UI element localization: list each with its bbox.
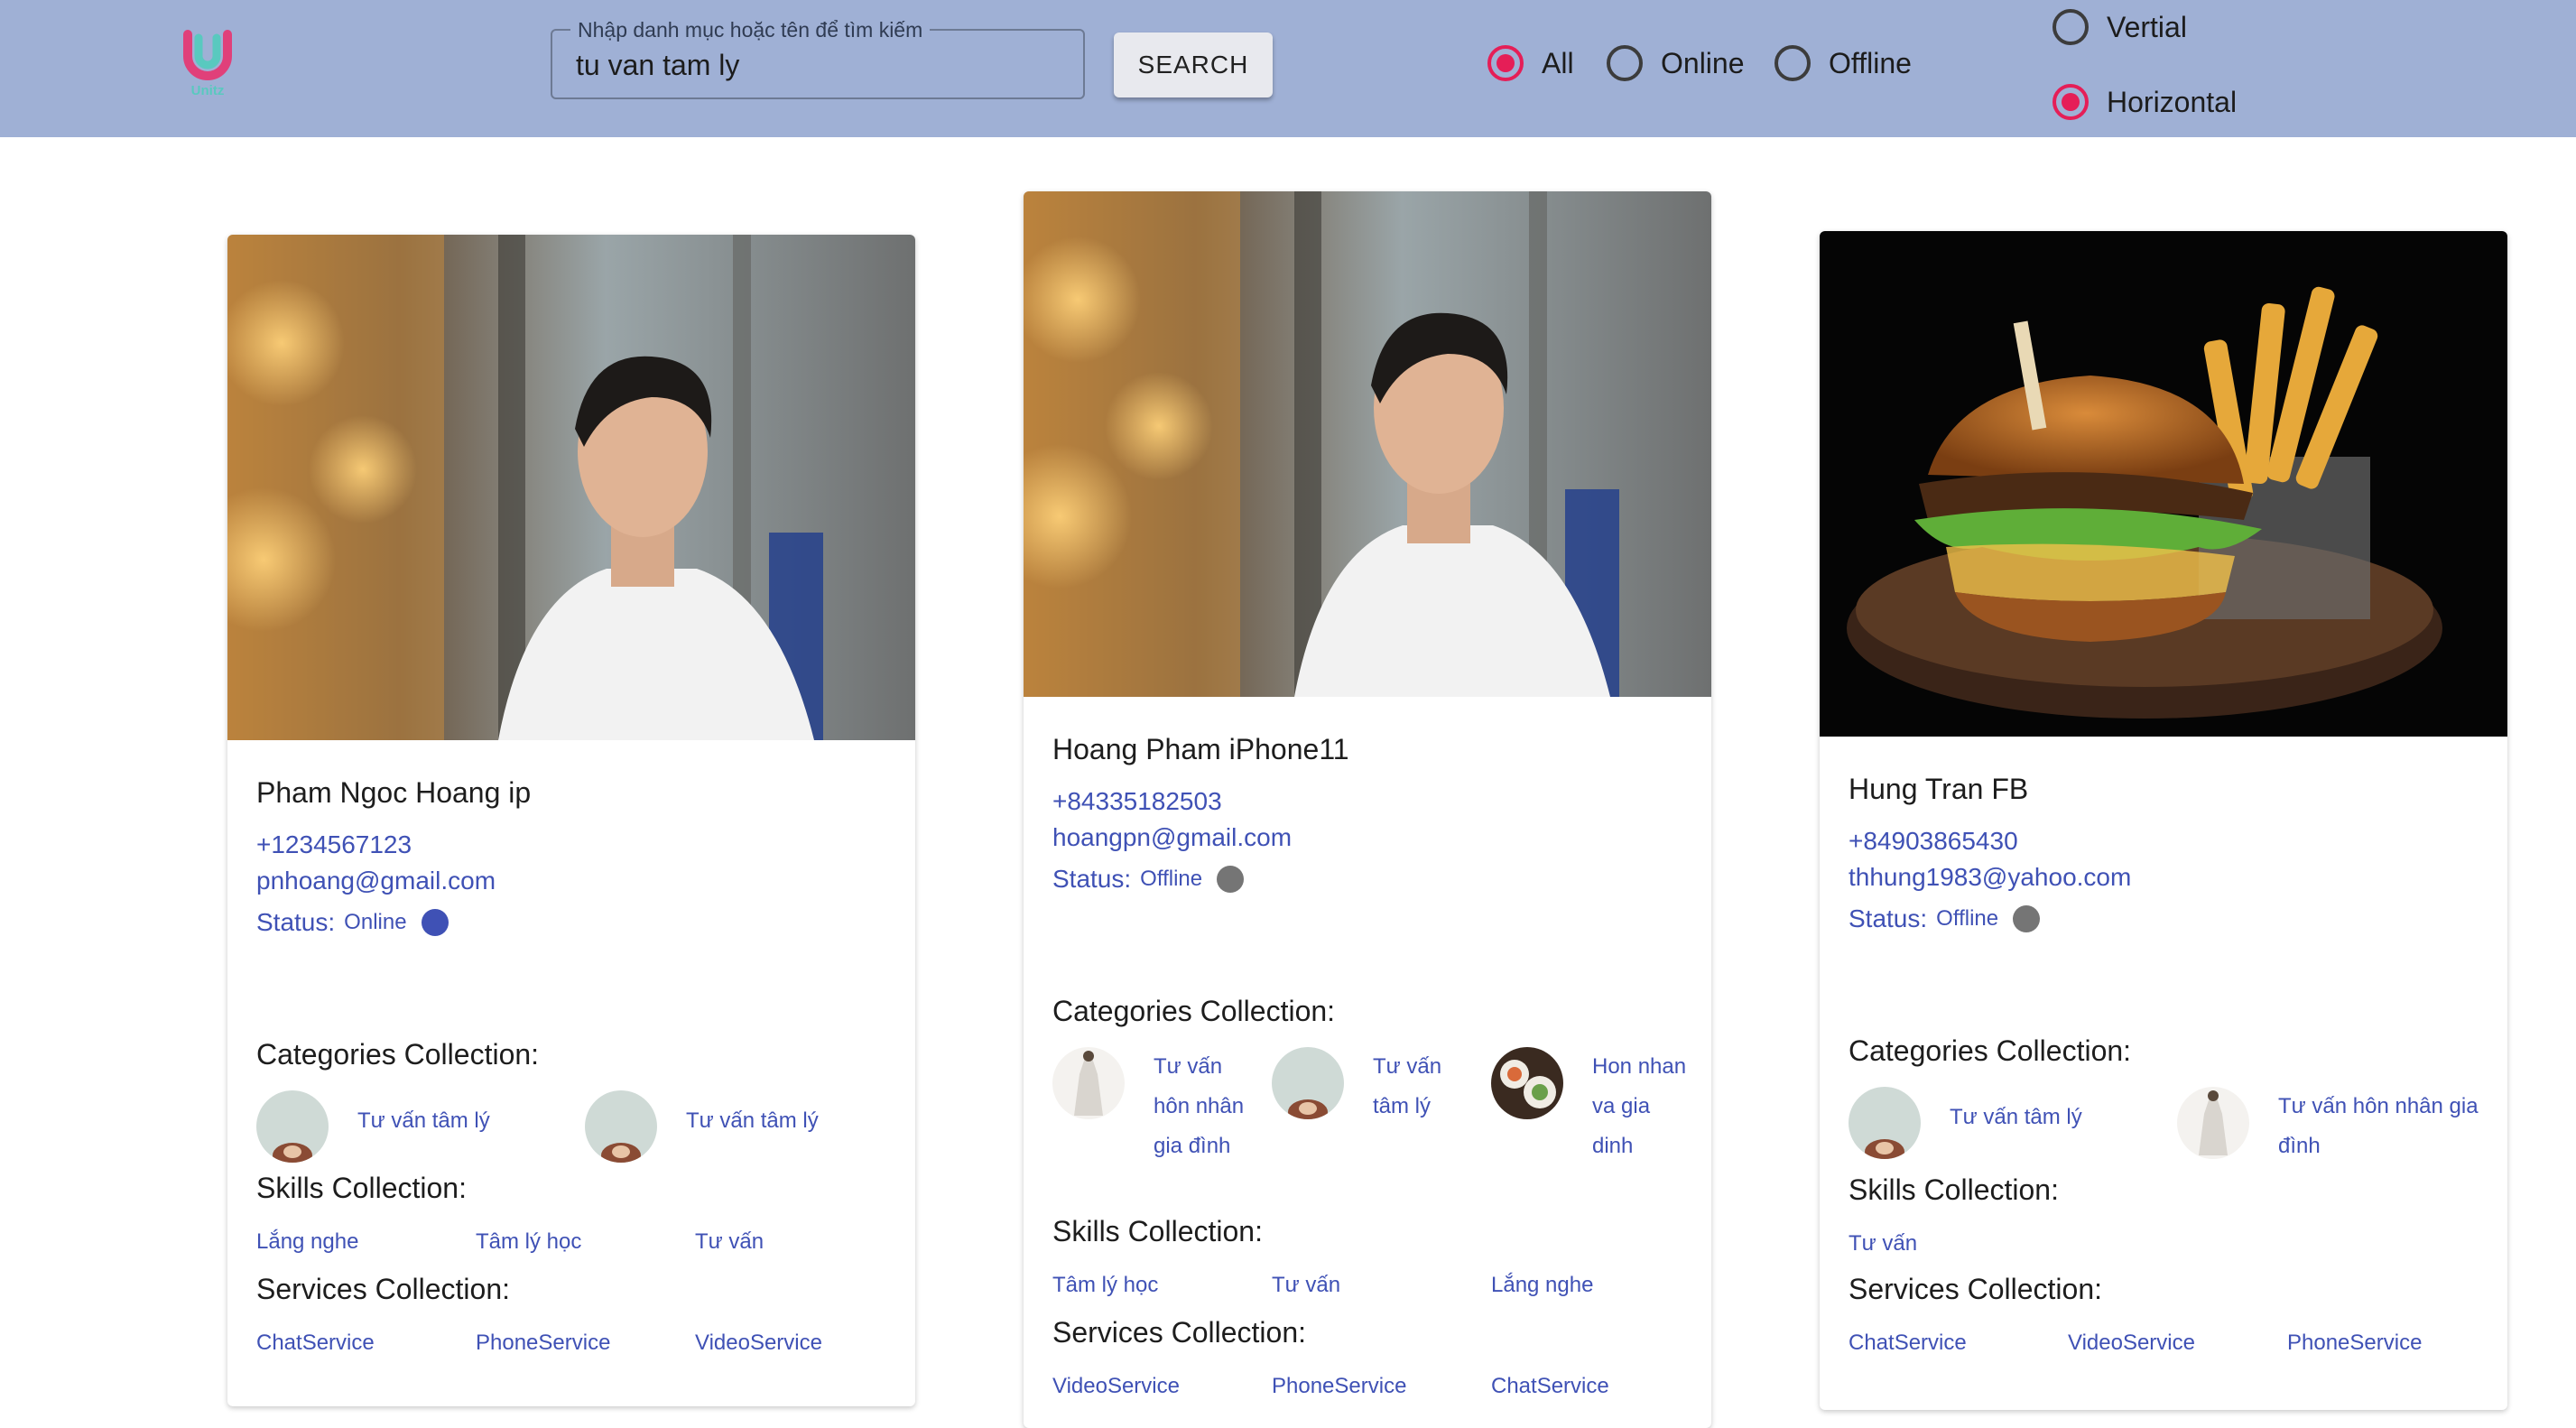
expert-phone[interactable]: +84903865430 bbox=[1849, 827, 2018, 856]
hands-avatar-icon bbox=[256, 1090, 329, 1163]
expert-name: Hung Tran FB bbox=[1849, 773, 2029, 805]
search-label: Nhập danh mục hoặc tên để tìm kiếm bbox=[570, 18, 931, 42]
filter-all-label: All bbox=[1542, 46, 1574, 79]
expert-name: Hoang Pham iPhone11 bbox=[1052, 733, 1349, 765]
category-label: Tư vấn hôn nhân gia đình bbox=[2278, 1094, 2479, 1158]
filter-online-label: Online bbox=[1661, 46, 1745, 79]
search-button[interactable]: SEARCH bbox=[1114, 32, 1273, 97]
top-bar: Unitz Nhập danh mục hoặc tên để tìm kiếm… bbox=[0, 0, 2576, 137]
layout-horizontal-radio[interactable]: Horizontal bbox=[2052, 84, 2237, 120]
status-value: Offline bbox=[1936, 906, 1999, 931]
burger-photo-icon bbox=[1820, 231, 2507, 737]
categories-title: Categories Collection: bbox=[256, 1038, 540, 1071]
radio-unchecked-icon bbox=[1774, 45, 1811, 81]
filter-online-radio[interactable]: Online bbox=[1607, 45, 1745, 81]
services-title: Services Collection: bbox=[256, 1273, 510, 1305]
skill-chip[interactable]: Tâm lý học bbox=[476, 1229, 581, 1255]
expert-status: Status: Online bbox=[256, 908, 449, 937]
service-chip[interactable]: VideoService bbox=[695, 1331, 822, 1356]
logo-mark-icon bbox=[183, 30, 232, 80]
hands-avatar-icon bbox=[1272, 1047, 1344, 1119]
expert-phone[interactable]: +1234567123 bbox=[256, 830, 412, 859]
service-chip[interactable]: VideoService bbox=[1052, 1374, 1180, 1399]
skills-title: Skills Collection: bbox=[1052, 1215, 1263, 1247]
expert-email[interactable]: hoangpn@gmail.com bbox=[1052, 823, 1292, 852]
skill-chip[interactable]: Lắng nghe bbox=[256, 1229, 358, 1255]
skills-title: Skills Collection: bbox=[256, 1172, 467, 1204]
service-chip[interactable]: ChatService bbox=[1491, 1374, 1609, 1399]
expert-card[interactable]: Hung Tran FB +84903865430 thhung1983@yah… bbox=[1820, 231, 2507, 1410]
service-chip[interactable]: ChatService bbox=[256, 1331, 375, 1356]
categories-title: Categories Collection: bbox=[1849, 1034, 2132, 1067]
category-label: Tư vấn tâm lý bbox=[686, 1108, 819, 1133]
radio-checked-icon bbox=[1487, 45, 1524, 81]
layout-vertical-label: Vertial bbox=[2107, 10, 2187, 43]
status-label: Status: bbox=[1849, 904, 1928, 932]
expert-status: Status: Offline bbox=[1052, 865, 1245, 894]
search-field[interactable]: Nhập danh mục hoặc tên để tìm kiếm bbox=[551, 18, 1085, 99]
radio-checked-icon bbox=[2052, 84, 2089, 120]
service-chip[interactable]: PhoneService bbox=[2287, 1331, 2422, 1356]
online-dot-icon bbox=[421, 909, 449, 936]
portrait-photo-icon bbox=[227, 235, 915, 740]
category-label: Tư vấn tâm lý bbox=[357, 1108, 490, 1133]
filter-offline-label: Offline bbox=[1829, 46, 1912, 79]
layout-vertical-radio[interactable]: Vertial bbox=[2052, 9, 2187, 45]
portrait-photo-icon bbox=[1024, 191, 1711, 697]
service-chip[interactable]: VideoService bbox=[2068, 1331, 2195, 1356]
skill-chip[interactable]: Tâm lý học bbox=[1052, 1273, 1158, 1298]
status-value: Online bbox=[344, 910, 407, 934]
service-chip[interactable]: ChatService bbox=[1849, 1331, 1967, 1356]
skill-chip[interactable]: Tư vấn bbox=[1849, 1231, 1917, 1256]
categories-title: Categories Collection: bbox=[1052, 995, 1336, 1027]
search-input[interactable] bbox=[576, 49, 1063, 82]
skill-chip[interactable]: Tư vấn bbox=[695, 1229, 764, 1255]
expert-card[interactable]: Pham Ngoc Hoang ip +1234567123 pnhoang@g… bbox=[227, 235, 915, 1406]
services-title: Services Collection: bbox=[1052, 1316, 1306, 1349]
service-chip[interactable]: PhoneService bbox=[1272, 1374, 1406, 1399]
expert-photo[interactable] bbox=[227, 235, 915, 740]
logo-text: Unitz bbox=[190, 83, 225, 98]
radio-unchecked-icon bbox=[2052, 9, 2089, 45]
expert-photo[interactable] bbox=[1024, 191, 1711, 697]
service-chip[interactable]: PhoneService bbox=[476, 1331, 610, 1356]
skills-title: Skills Collection: bbox=[1849, 1173, 2059, 1206]
status-value: Offline bbox=[1140, 867, 1203, 891]
radio-unchecked-icon bbox=[1607, 45, 1643, 81]
expert-card[interactable]: Hoang Pham iPhone11 +84335182503 hoangpn… bbox=[1024, 191, 1711, 1428]
dress-avatar-icon bbox=[2177, 1087, 2249, 1159]
filter-all-radio[interactable]: All bbox=[1487, 45, 1574, 81]
layout-horizontal-label: Horizontal bbox=[2107, 85, 2238, 118]
expert-name: Pham Ngoc Hoang ip bbox=[256, 776, 532, 809]
hands-avatar-icon bbox=[585, 1090, 657, 1163]
offline-dot-icon bbox=[1217, 866, 1245, 893]
expert-email[interactable]: pnhoang@gmail.com bbox=[256, 867, 496, 895]
offline-dot-icon bbox=[2013, 905, 2041, 932]
skill-chip[interactable]: Lắng nghe bbox=[1491, 1273, 1593, 1298]
expert-photo[interactable] bbox=[1820, 231, 2507, 737]
hands-avatar-icon bbox=[1849, 1087, 1921, 1159]
skill-chip[interactable]: Tư vấn bbox=[1272, 1273, 1340, 1298]
category-label: Tư vấn hôn nhân gia đình bbox=[1154, 1054, 1245, 1158]
unitz-logo[interactable]: Unitz bbox=[181, 27, 235, 99]
food-avatar-icon bbox=[1491, 1047, 1563, 1119]
category-label: Tư vấn tâm lý bbox=[1950, 1105, 2082, 1129]
expert-phone[interactable]: +84335182503 bbox=[1052, 787, 1222, 816]
dress-avatar-icon bbox=[1052, 1047, 1125, 1119]
services-title: Services Collection: bbox=[1849, 1273, 2102, 1305]
status-label: Status: bbox=[1052, 865, 1132, 893]
category-label: Hon nhan va gia dinh bbox=[1592, 1054, 1687, 1158]
category-label: Tư vấn tâm lý bbox=[1373, 1054, 1442, 1118]
status-label: Status: bbox=[256, 908, 336, 936]
filter-offline-radio[interactable]: Offline bbox=[1774, 45, 1912, 81]
expert-email[interactable]: thhung1983@yahoo.com bbox=[1849, 863, 2131, 892]
expert-status: Status: Offline bbox=[1849, 904, 2041, 933]
